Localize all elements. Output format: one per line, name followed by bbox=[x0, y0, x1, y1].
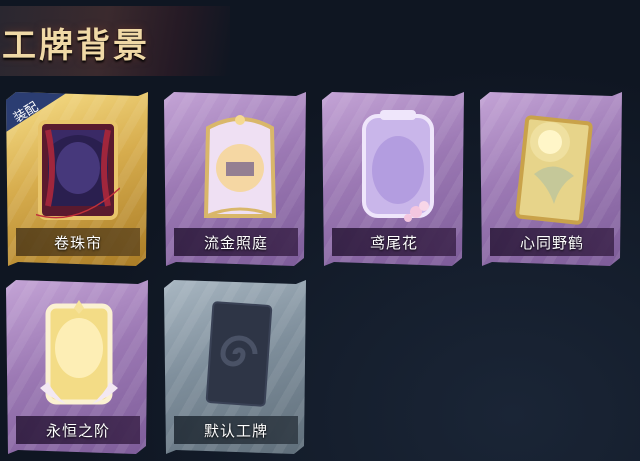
card-yuanweihua[interactable]: 鸢尾花 bbox=[322, 92, 464, 266]
card-label-bar: 鸢尾花 bbox=[332, 228, 456, 256]
card-liujinzhaoting[interactable]: 流金照庭 bbox=[164, 92, 306, 266]
card-label: 心同野鹤 bbox=[519, 233, 584, 252]
curtain-card-art-icon bbox=[36, 120, 120, 220]
eternal-steps-card-art-icon bbox=[40, 300, 118, 405]
wild-crane-card-art-icon bbox=[515, 115, 593, 225]
card-label: 永恒之阶 bbox=[45, 421, 110, 440]
iris-card-art-icon bbox=[362, 110, 434, 222]
default-badge-card-art-icon bbox=[205, 301, 273, 407]
card-label-bar: 永恒之阶 bbox=[16, 416, 140, 444]
page-title: 工牌背景 bbox=[2, 26, 150, 66]
card-yonghengzhijie[interactable]: 永恒之阶 bbox=[6, 280, 148, 454]
card-label: 默认工牌 bbox=[203, 421, 268, 440]
card-juanzhulian[interactable]: 卷珠帘 装配 bbox=[6, 92, 148, 266]
card-label-bar: 默认工牌 bbox=[174, 416, 298, 444]
golden-courtyard-card-art-icon bbox=[203, 115, 277, 218]
card-xintongyehe[interactable]: 心同野鹤 bbox=[480, 92, 622, 266]
card-label-bar: 心同野鹤 bbox=[490, 228, 614, 256]
card-morengongpai[interactable]: 默认工牌 bbox=[164, 280, 306, 454]
card-label: 卷珠帘 bbox=[53, 233, 102, 252]
card-label-bar: 卷珠帘 bbox=[16, 228, 140, 256]
card-label-bar: 流金照庭 bbox=[174, 228, 298, 256]
card-label: 鸢尾花 bbox=[369, 233, 418, 252]
card-label: 流金照庭 bbox=[203, 233, 268, 252]
